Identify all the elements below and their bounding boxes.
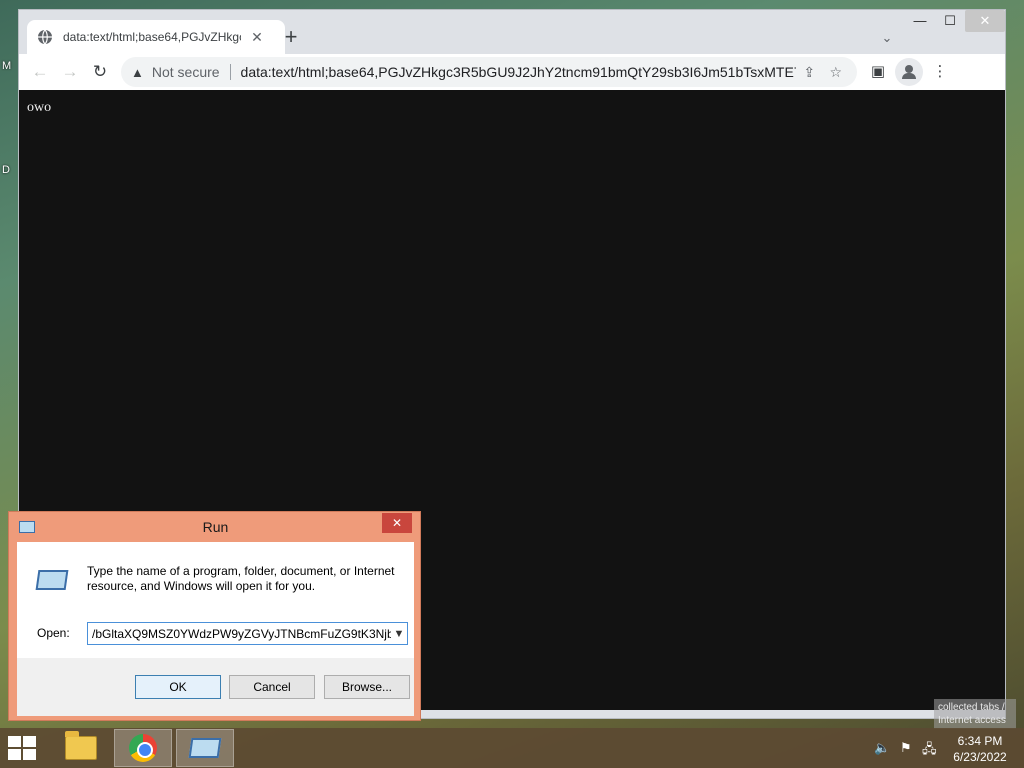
- avatar-icon[interactable]: [895, 58, 923, 86]
- taskbar-chrome[interactable]: [114, 729, 172, 767]
- cancel-button[interactable]: Cancel: [229, 675, 315, 699]
- run-upper-panel: Type the name of a program, folder, docu…: [17, 542, 414, 658]
- run-dialog: Run ✕ Type the name of a program, folder…: [8, 511, 421, 721]
- page-body-text: owo: [27, 100, 52, 115]
- security-label[interactable]: Not secure: [152, 64, 220, 80]
- minimize-button[interactable]: —: [905, 10, 935, 32]
- tab-close-icon[interactable]: ✕: [249, 29, 265, 46]
- address-bar[interactable]: ▲ Not secure data:text/html;base64,PGJvZ…: [121, 57, 857, 87]
- omnibox-divider: [229, 64, 231, 80]
- run-body: Type the name of a program, folder, docu…: [17, 542, 414, 716]
- browser-tab[interactable]: data:text/html;base64,PGJvZHkgc ✕: [27, 20, 285, 54]
- share-icon[interactable]: ⇪: [796, 60, 823, 84]
- warning-icon[interactable]: ▲: [131, 65, 144, 80]
- profile-icon: [902, 65, 916, 79]
- new-tab-button[interactable]: +: [277, 24, 305, 52]
- globe-icon: [37, 29, 53, 45]
- folder-icon: [65, 731, 97, 760]
- start-button[interactable]: [8, 736, 38, 760]
- back-button[interactable]: ←: [25, 58, 55, 86]
- url-text[interactable]: data:text/html;base64,PGJvZHkgc3R5bGU9J2…: [241, 64, 796, 80]
- open-label: Open:: [37, 626, 70, 640]
- taskbar: 🔈 ⚑ 🖧 6:34 PM 6/23/2022: [0, 728, 1024, 768]
- ok-button[interactable]: OK: [135, 675, 221, 699]
- run-title: Run: [202, 519, 229, 535]
- run-app-icon: [35, 570, 69, 590]
- clock-date: 6/23/2022: [953, 750, 1007, 764]
- tab-search-icon[interactable]: ⌄: [875, 26, 899, 50]
- star-icon[interactable]: ☆: [822, 60, 849, 84]
- clock-time: 6:34 PM: [957, 734, 1003, 748]
- desktop-icon-label[interactable]: D: [2, 164, 10, 176]
- chrome-icon: [129, 734, 157, 762]
- clock[interactable]: 6:34 PM 6/23/2022: [946, 733, 1014, 765]
- volume-muted-icon[interactable]: 🔈: [874, 740, 890, 756]
- taskbar-file-explorer[interactable]: [52, 729, 110, 767]
- run-icon: [188, 738, 222, 758]
- open-input[interactable]: /bGltaXQ9MSZ0YWdzPW9yZGVyJTNBcmFuZG9tK3N…: [88, 627, 391, 641]
- tab-strip: data:text/html;base64,PGJvZHkgc ✕ + ⌄ — …: [19, 10, 1005, 54]
- forward-button[interactable]: →: [55, 58, 85, 86]
- windows-logo-tile: [23, 749, 36, 760]
- maximize-button[interactable]: ☐: [935, 10, 965, 32]
- tab-title: data:text/html;base64,PGJvZHkgc: [63, 30, 241, 44]
- action-center-flag-icon[interactable]: ⚑: [900, 740, 912, 756]
- open-combobox[interactable]: /bGltaXQ9MSZ0YWdzPW9yZGVyJTNBcmFuZG9tK3N…: [87, 622, 408, 645]
- run-titlebar[interactable]: Run ✕: [9, 512, 420, 542]
- network-tooltip: collected tabs / Internet access: [934, 699, 1016, 729]
- windows-logo-tile: [8, 736, 21, 747]
- windows-logo-tile: [8, 749, 21, 760]
- run-description: Type the name of a program, folder, docu…: [87, 564, 395, 593]
- desktop-icon-label[interactable]: M: [2, 60, 11, 72]
- sidepanel-icon[interactable]: ▣: [863, 58, 893, 86]
- taskbar-run[interactable]: [176, 729, 234, 767]
- reload-button[interactable]: ↻: [85, 58, 115, 86]
- windows-logo-tile: [23, 736, 36, 747]
- run-close-button[interactable]: ✕: [382, 513, 412, 533]
- browse-button[interactable]: Browse...: [324, 675, 410, 699]
- menu-icon[interactable]: ⋮: [925, 58, 955, 86]
- close-window-button[interactable]: ✕: [965, 10, 1005, 32]
- chevron-down-icon[interactable]: ▼: [391, 628, 407, 640]
- browser-toolbar: ← → ↻ ▲ Not secure data:text/html;base64…: [19, 54, 1005, 90]
- network-icon[interactable]: 🖧: [922, 740, 937, 762]
